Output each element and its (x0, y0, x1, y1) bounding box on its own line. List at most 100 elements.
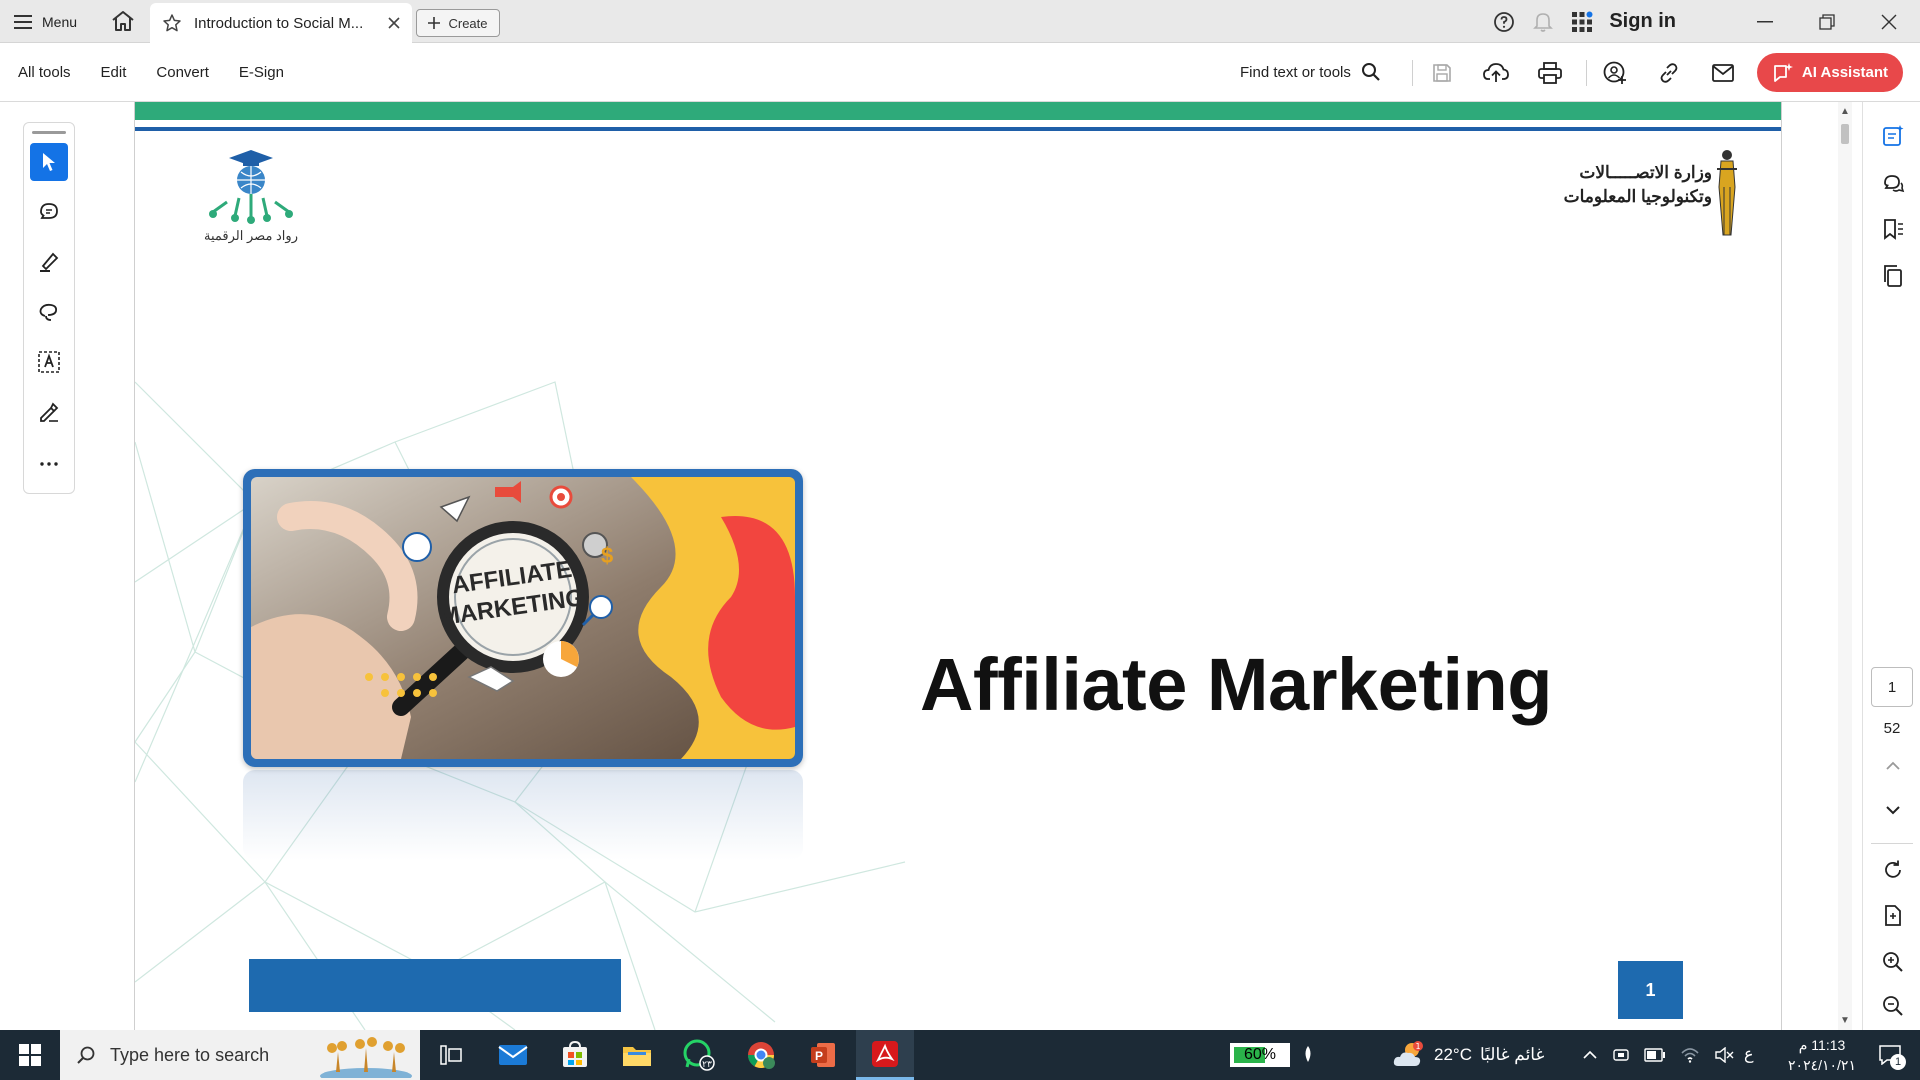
plus-icon (428, 17, 441, 29)
meet-now-icon[interactable] (1612, 1046, 1630, 1064)
find-text-button[interactable]: Find text or tools (1240, 57, 1381, 87)
zoom-out-button[interactable] (1879, 992, 1907, 1020)
home-button[interactable] (110, 9, 138, 35)
taskbar-mail[interactable] (484, 1030, 542, 1080)
rail-drag-handle[interactable] (32, 131, 66, 134)
taskbar-search[interactable]: Type here to search (60, 1030, 420, 1080)
document-tab[interactable]: Introduction to Social M... (150, 3, 412, 43)
select-tool[interactable] (30, 143, 68, 181)
notification-center-button[interactable]: 1 (1870, 1040, 1910, 1070)
ai-assistant-button[interactable]: AI Assistant (1757, 53, 1903, 92)
lasso-draw-icon (37, 300, 61, 324)
taskbar-store[interactable] (546, 1030, 604, 1080)
share-user-icon (1603, 61, 1627, 85)
share-button[interactable] (1601, 59, 1629, 87)
upload-icon (1483, 62, 1509, 84)
scrollbar-thumb[interactable] (1841, 124, 1849, 144)
close-icon[interactable] (388, 17, 400, 29)
whatsapp-icon: ٢٣ (683, 1039, 715, 1071)
tab-title: Introduction to Social M... (194, 14, 364, 32)
fill-sign-tool[interactable] (30, 393, 68, 431)
magnifier-photo: AFFILIATE MARKETING $ (251, 477, 795, 759)
slide-title: Affiliate Marketing (920, 643, 1552, 726)
restore-button[interactable] (1796, 0, 1858, 43)
weather-widget[interactable]: 1 22°C غائم غالبًا (1392, 1030, 1544, 1080)
apps-grid-icon[interactable] (1571, 11, 1593, 33)
highlight-pen-icon (37, 250, 61, 274)
start-button[interactable] (0, 1030, 60, 1080)
taskbar-whatsapp[interactable]: ٢٣ (670, 1030, 728, 1080)
highlight-tool[interactable] (30, 243, 68, 281)
more-tools-button[interactable] (30, 445, 68, 483)
refresh-button[interactable] (1879, 856, 1907, 884)
close-window-button[interactable] (1858, 0, 1920, 43)
title-bar-right: Sign in (1493, 0, 1920, 43)
document-viewport[interactable]: رواد مصر الرقمية وزارة الاتصـــــالات وت… (134, 102, 1852, 1030)
volume-muted-icon[interactable] (1714, 1047, 1734, 1063)
close-window-icon (1881, 14, 1897, 30)
print-button[interactable] (1536, 59, 1564, 87)
organize-pages-button[interactable] (1879, 262, 1907, 290)
scroll-up-arrow-icon[interactable]: ▲ (1840, 106, 1850, 117)
minimize-button[interactable] (1734, 0, 1796, 43)
chrome-icon (746, 1040, 776, 1070)
taskbar-chrome[interactable] (732, 1030, 790, 1080)
input-language[interactable]: ع (1744, 1044, 1754, 1064)
system-clock[interactable]: 11:13 م ٢٠٢٤/١٠/٢١ (1772, 1035, 1872, 1075)
menu-button[interactable]: Menu (14, 8, 77, 36)
ai-panel-button[interactable] (1879, 122, 1907, 150)
zoom-in-button[interactable] (1879, 948, 1907, 976)
taskbar-file-explorer[interactable] (608, 1030, 666, 1080)
header-stripe (135, 102, 1781, 120)
create-label: Create (448, 15, 488, 31)
text-box-tool[interactable] (30, 343, 68, 381)
previous-page-button[interactable] (1879, 752, 1907, 780)
svg-text:1: 1 (1415, 1042, 1420, 1051)
taskbar-acrobat[interactable] (856, 1030, 914, 1080)
menu-e-sign[interactable]: E-Sign (239, 64, 284, 81)
windows-taskbar: Type here to search ٢٣ P 60% 1 22°C غائم… (0, 1030, 1920, 1080)
battery-indicator[interactable]: 60% (1230, 1043, 1290, 1067)
create-button[interactable]: Create (416, 9, 500, 37)
ai-assistant-label: AI Assistant (1801, 64, 1889, 81)
save-button[interactable] (1428, 59, 1456, 87)
menu-all-tools[interactable]: All tools (18, 64, 71, 81)
vertical-scrollbar[interactable]: ▲ ▼ (1838, 102, 1852, 1030)
next-page-button[interactable] (1879, 796, 1907, 824)
store-app-icon (561, 1041, 589, 1069)
scroll-down-icon (1885, 805, 1901, 815)
menu-convert[interactable]: Convert (156, 64, 209, 81)
system-tray (1582, 1030, 1734, 1080)
right-side-panel: 1 52 (1862, 102, 1920, 1030)
find-label: Find text or tools (1240, 63, 1351, 81)
total-pages: 52 (1883, 720, 1901, 737)
comments-panel-button[interactable] (1879, 170, 1907, 198)
power-plug-icon[interactable] (1644, 1048, 1666, 1062)
menu-label: Menu (42, 14, 78, 30)
wifi-icon[interactable] (1680, 1047, 1700, 1063)
comment-tool[interactable] (30, 193, 68, 231)
draw-tool[interactable] (30, 293, 68, 331)
upload-button[interactable] (1482, 59, 1510, 87)
show-hidden-icons-icon[interactable] (1582, 1050, 1598, 1060)
windows-logo-icon (19, 1044, 41, 1066)
help-icon[interactable] (1493, 11, 1515, 33)
folder-icon (622, 1043, 652, 1067)
bell-icon[interactable] (1533, 11, 1554, 33)
taskbar-powerpoint[interactable]: P (794, 1030, 852, 1080)
svg-text:$: $ (601, 543, 613, 568)
export-file-button[interactable] (1879, 902, 1907, 930)
sign-in-button[interactable]: Sign in (1609, 10, 1676, 33)
task-view-button[interactable] (422, 1030, 480, 1080)
pharaoh-figure-icon (1717, 150, 1737, 236)
bookmarks-button[interactable] (1879, 216, 1907, 244)
menu-edit[interactable]: Edit (101, 64, 127, 81)
copy-link-button[interactable] (1655, 59, 1683, 87)
scroll-down-arrow-icon[interactable]: ▼ (1840, 1015, 1850, 1026)
battery-percent: 60% (1243, 1046, 1277, 1063)
ministry-name-line1: وزارة الاتصـــــالات (1579, 163, 1712, 182)
logo-emblem-icon (209, 150, 293, 224)
email-button[interactable] (1709, 59, 1737, 87)
current-page-input[interactable]: 1 (1871, 667, 1913, 707)
star-icon[interactable] (162, 13, 182, 33)
